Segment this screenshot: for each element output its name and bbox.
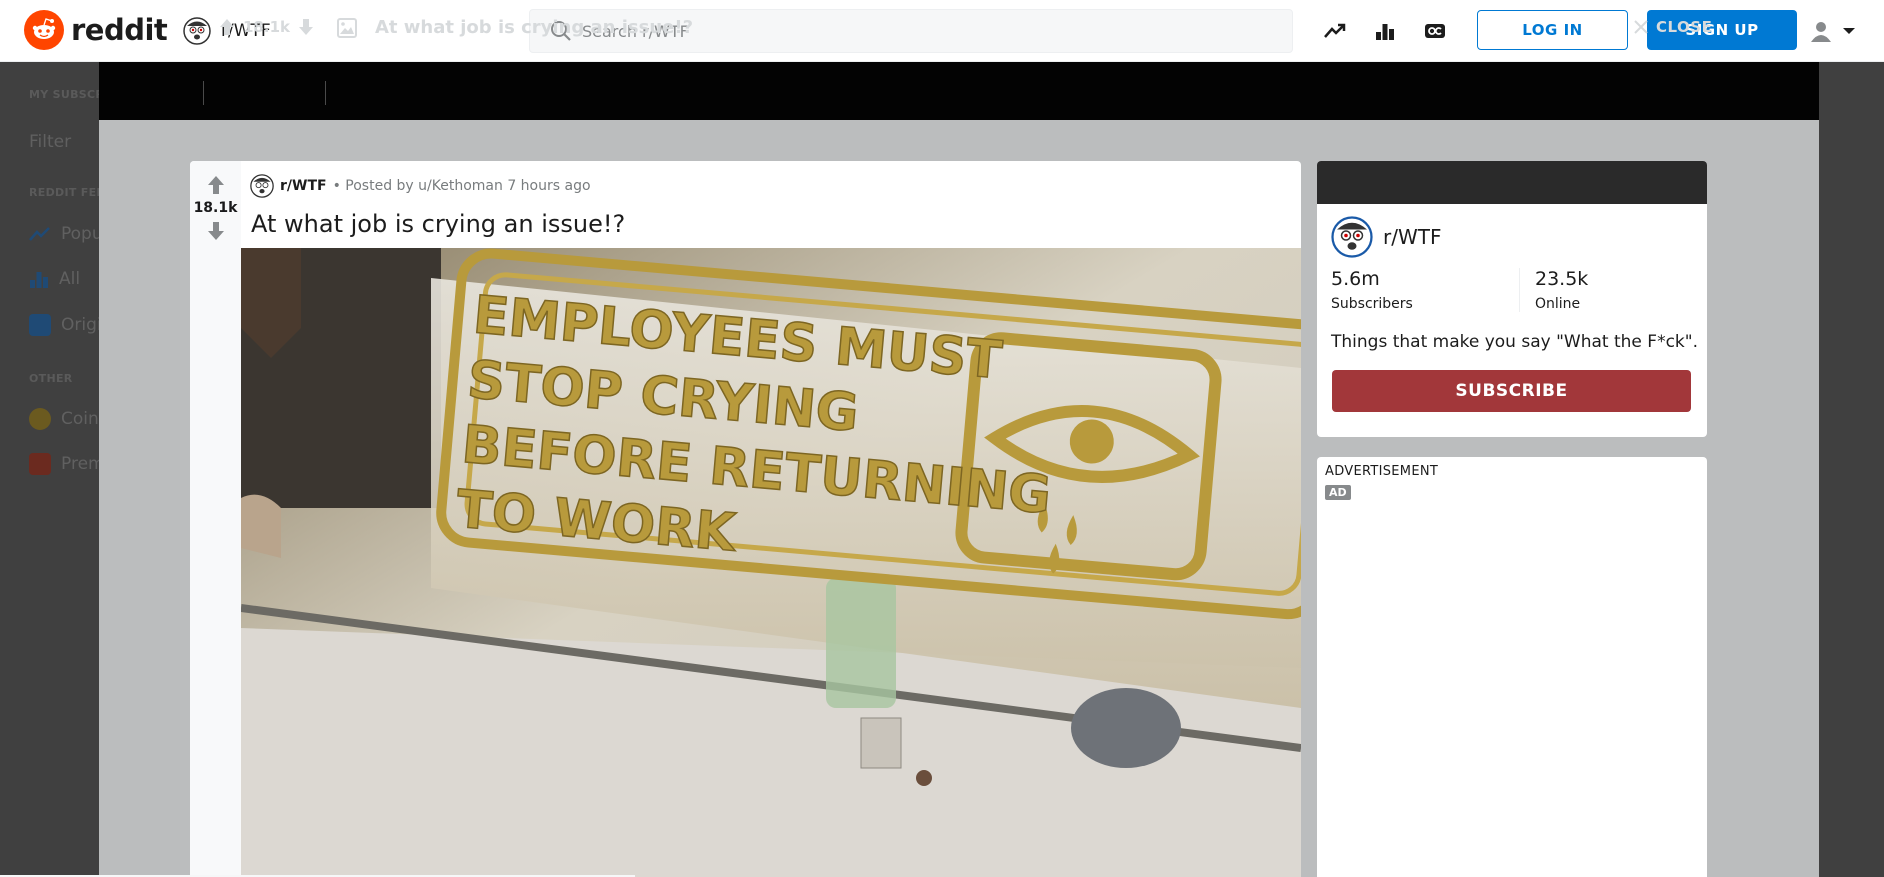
stat-online: 23.5k Online (1519, 268, 1707, 312)
subscribe-button[interactable]: SUBSCRIBE (1332, 370, 1691, 412)
reddit-wordmark: reddit (71, 13, 168, 47)
overlay-topbar (99, 62, 1819, 120)
user-icon (1811, 22, 1831, 42)
sidebar-item-label: Coins (61, 409, 99, 429)
trending-icon[interactable] (1322, 18, 1348, 44)
topbar-vote: 18.1k (219, 18, 314, 36)
post-image[interactable]: EMPLOYEES MUST STOP CRYING BEFORE RETURN… (241, 248, 1301, 877)
stat-subscribers: 5.6m Subscribers (1331, 268, 1519, 312)
advertisement-card: ADVERTISEMENT AD (1317, 457, 1707, 877)
close-button[interactable]: CLOSE (1634, 18, 1712, 36)
divider (203, 81, 204, 105)
advertisement-label: ADVERTISEMENT (1325, 464, 1439, 479)
community-name: r/WTF (1383, 225, 1442, 249)
community-stats: 5.6m Subscribers 23.5k Online (1331, 268, 1707, 312)
subreddit-avatar-icon (1331, 216, 1373, 258)
post-score: 18.1k (193, 200, 238, 216)
sidebar-item-originals[interactable]: Originals (29, 314, 99, 336)
community-banner (1317, 161, 1707, 204)
divider (325, 81, 326, 105)
sidebar-filter[interactable]: Filter (29, 132, 71, 152)
sidebar-section-my: MY SUBSCRIPTIONS (29, 88, 99, 101)
posted-by[interactable]: Posted by u/Kethoman 7 hours ago (345, 178, 590, 194)
subreddit-avatar-icon[interactable] (250, 174, 274, 198)
chevron-down-icon (1843, 28, 1855, 34)
leaderboard-icon[interactable] (1372, 18, 1398, 44)
sidebar-item-premium[interactable]: Premium (29, 453, 99, 475)
sidebar-item-all[interactable]: All (29, 269, 80, 289)
sidebar-item-label: Premium (61, 454, 99, 474)
post-card: 18.1k r/WTF • Posted by u/Kethoman 7 hou… (190, 161, 1301, 877)
subreddit-avatar-icon (183, 17, 211, 45)
vote-column: 18.1k (190, 161, 241, 877)
downvote-icon[interactable] (298, 18, 314, 36)
sidebar-filter-label: Filter (29, 132, 72, 152)
image-post-icon (337, 17, 357, 38)
upvote-icon[interactable] (219, 18, 235, 36)
originals-icon (29, 314, 51, 336)
community-header[interactable]: r/WTF (1331, 216, 1441, 258)
post-subreddit-link[interactable]: r/WTF (280, 178, 327, 194)
subscribers-count: 5.6m (1331, 268, 1380, 290)
sidebar-item-coins[interactable]: Coins (29, 408, 99, 430)
reddit-logo[interactable]: reddit (24, 10, 168, 50)
topbar-score: 18.1k (243, 18, 290, 36)
upvote-icon[interactable] (207, 175, 225, 195)
overlay-right-gutter[interactable] (1819, 62, 1884, 877)
coin-icon (29, 408, 51, 430)
bar-chart-icon (30, 272, 48, 288)
close-label: CLOSE (1656, 18, 1713, 36)
sidebar-item-label: All (59, 269, 81, 289)
sidebar-item-popular[interactable]: Popular (29, 224, 99, 244)
left-sidebar: MY SUBSCRIPTIONS Filter REDDIT FEEDS Pop… (0, 62, 99, 877)
trending-icon (29, 227, 50, 241)
sidebar-item-label: Originals (61, 315, 99, 335)
online-label: Online (1535, 296, 1581, 312)
user-dropdown[interactable] (1810, 16, 1870, 46)
sidebar-section-feeds: REDDIT FEEDS (29, 186, 99, 199)
sidebar-section-other: OTHER (29, 372, 73, 385)
post-title: At what job is crying an issue!? (251, 210, 626, 238)
sidebar-item-label: Popular (61, 224, 99, 244)
community-card: r/WTF 5.6m Subscribers 23.5k Online Thin… (1317, 161, 1707, 437)
topbar-title: At what job is crying an issue!? (337, 17, 693, 38)
reddit-snoo-icon (24, 10, 64, 50)
post-meta: r/WTF • Posted by u/Kethoman 7 hours ago (250, 174, 591, 198)
bullet-separator: • (332, 178, 346, 194)
close-icon (1634, 20, 1648, 34)
premium-icon (29, 453, 51, 475)
online-count: 23.5k (1535, 268, 1589, 290)
subscribers-label: Subscribers (1331, 296, 1413, 312)
ad-badge: AD (1325, 485, 1351, 500)
downvote-icon[interactable] (207, 221, 225, 241)
originals-icon[interactable] (1422, 18, 1448, 44)
login-button[interactable]: LOG IN (1477, 10, 1628, 50)
community-description: Things that make you say "What the F*ck"… (1331, 332, 1698, 352)
topbar-post-title: At what job is crying an issue!? (375, 17, 694, 38)
